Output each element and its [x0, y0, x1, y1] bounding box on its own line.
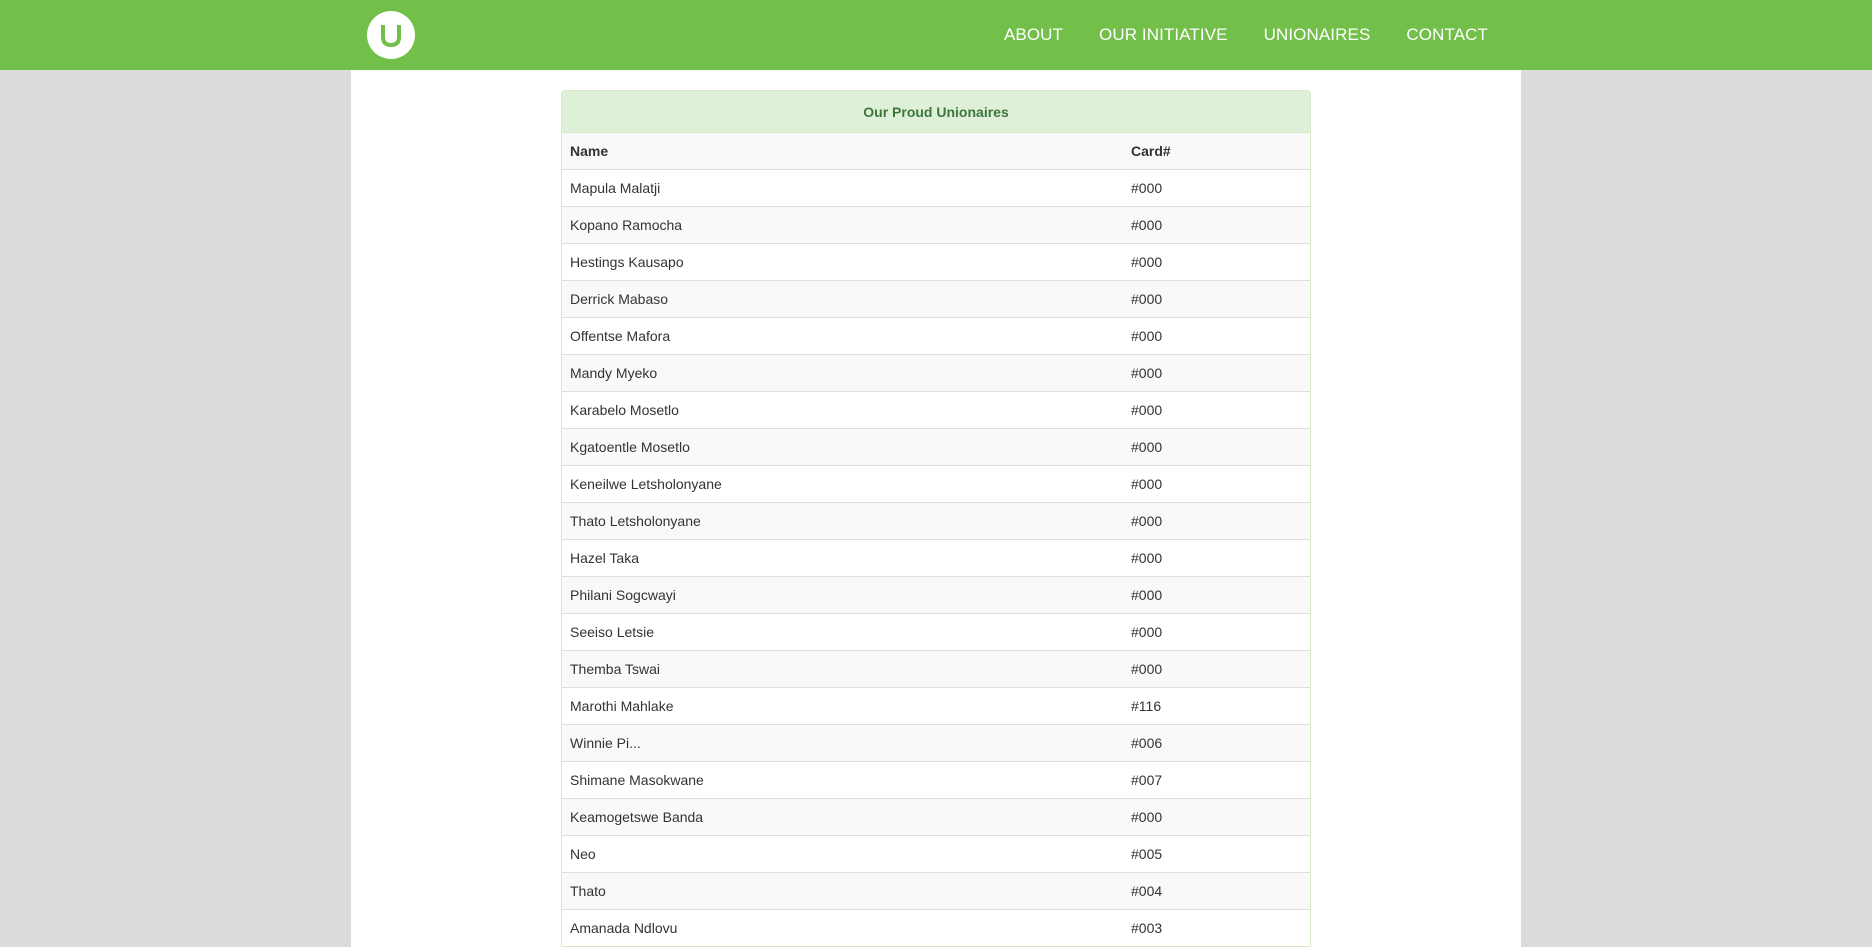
card-number-cell: #000: [1123, 613, 1310, 651]
card-number-cell: #000: [1123, 798, 1310, 836]
card-number-cell: #000: [1123, 428, 1310, 466]
member-name-cell: Winnie Pi...: [562, 724, 1123, 762]
logo-u-icon[interactable]: [367, 11, 415, 59]
member-name-cell: Derrick Mabaso: [562, 280, 1123, 318]
table-row: Mapula Malatji #000: [562, 169, 1310, 207]
table-header-row: Name Card#: [562, 133, 1310, 170]
table-row: Karabelo Mosetlo #000: [562, 391, 1310, 429]
nav-our-initiative-link[interactable]: OUR INITIATIVE: [1099, 25, 1228, 45]
table-row: Themba Tswai #000: [562, 650, 1310, 688]
member-name-cell: Thato: [562, 872, 1123, 910]
card-number-cell: #000: [1123, 502, 1310, 540]
nav-about-link[interactable]: ABOUT: [1004, 25, 1063, 45]
member-name-cell: Offentse Mafora: [562, 317, 1123, 355]
table-row: Keneilwe Letsholonyane #000: [562, 465, 1310, 503]
table-row: Neo #005: [562, 835, 1310, 873]
table-row: Kgatoentle Mosetlo #000: [562, 428, 1310, 466]
member-name-cell: Marothi Mahlake: [562, 687, 1123, 725]
u-logo-glyph-icon: [381, 25, 401, 48]
table-row: Shimane Masokwane #007: [562, 761, 1310, 799]
unionaires-panel: Our Proud Unionaires Name Card# Mapula M…: [561, 90, 1311, 947]
table-row: Amanada Ndlovu #003: [562, 909, 1310, 946]
card-number-cell: #000: [1123, 280, 1310, 318]
member-name-cell: Hestings Kausapo: [562, 243, 1123, 281]
table-row: Keamogetswe Banda #000: [562, 798, 1310, 836]
member-name-cell: Amanada Ndlovu: [562, 909, 1123, 946]
member-name-cell: Keneilwe Letsholonyane: [562, 465, 1123, 503]
nav-contact-link[interactable]: CONTACT: [1406, 25, 1488, 45]
table-row: Thato Letsholonyane #000: [562, 502, 1310, 540]
card-number-cell: #000: [1123, 206, 1310, 244]
navbar: ABOUT OUR INITIATIVE UNIONAIRES CONTACT: [0, 0, 1872, 70]
unionaires-table: Name Card# Mapula Malatji #000 Kopano Ramo…: [562, 133, 1310, 946]
card-number-cell: #000: [1123, 465, 1310, 503]
member-name-cell: Shimane Masokwane: [562, 761, 1123, 799]
member-name-cell: Mapula Malatji: [562, 169, 1123, 207]
card-number-cell: #000: [1123, 354, 1310, 392]
member-name-cell: Mandy Myeko: [562, 354, 1123, 392]
member-name-cell: Thato Letsholonyane: [562, 502, 1123, 540]
member-name-cell: Kgatoentle Mosetlo: [562, 428, 1123, 466]
member-name-cell: Themba Tswai: [562, 650, 1123, 688]
card-number-cell: #000: [1123, 576, 1310, 614]
card-number-cell: #000: [1123, 169, 1310, 207]
member-name-cell: Neo: [562, 835, 1123, 873]
card-number-cell: #000: [1123, 650, 1310, 688]
panel-title: Our Proud Unionaires: [562, 91, 1310, 133]
card-number-cell: #004: [1123, 872, 1310, 910]
column-header-card: Card#: [1123, 133, 1310, 170]
card-number-cell: #005: [1123, 835, 1310, 873]
card-number-cell: #003: [1123, 909, 1310, 946]
table-row: Winnie Pi... #006: [562, 724, 1310, 762]
table-row: Kopano Ramocha #000: [562, 206, 1310, 244]
card-number-cell: #007: [1123, 761, 1310, 799]
card-number-cell: #000: [1123, 539, 1310, 577]
table-row: Seeiso Letsie #000: [562, 613, 1310, 651]
card-number-cell: #000: [1123, 317, 1310, 355]
member-name-cell: Philani Sogcwayi: [562, 576, 1123, 614]
main-nav: ABOUT OUR INITIATIVE UNIONAIRES CONTACT: [968, 0, 1488, 70]
table-row: Marothi Mahlake #116: [562, 687, 1310, 725]
member-name-cell: Seeiso Letsie: [562, 613, 1123, 651]
table-row: Mandy Myeko #000: [562, 354, 1310, 392]
table-body: Mapula Malatji #000 Kopano Ramocha #000 Hest…: [562, 169, 1310, 946]
table-row: Derrick Mabaso #000: [562, 280, 1310, 318]
member-name-cell: Hazel Taka: [562, 539, 1123, 577]
card-number-cell: #116: [1123, 687, 1310, 725]
table-row: Hestings Kausapo #000: [562, 243, 1310, 281]
table-row: Thato #004: [562, 872, 1310, 910]
nav-unionaires-link[interactable]: UNIONAIRES: [1264, 25, 1371, 45]
member-name-cell: Keamogetswe Banda: [562, 798, 1123, 836]
page-content: Our Proud Unionaires Name Card# Mapula M…: [351, 70, 1521, 947]
member-name-cell: Karabelo Mosetlo: [562, 391, 1123, 429]
member-name-cell: Kopano Ramocha: [562, 206, 1123, 244]
table-row: Hazel Taka #000: [562, 539, 1310, 577]
card-number-cell: #000: [1123, 243, 1310, 281]
column-header-name: Name: [562, 133, 1123, 170]
table-row: Philani Sogcwayi #000: [562, 576, 1310, 614]
card-number-cell: #006: [1123, 724, 1310, 762]
table-row: Offentse Mafora #000: [562, 317, 1310, 355]
card-number-cell: #000: [1123, 391, 1310, 429]
